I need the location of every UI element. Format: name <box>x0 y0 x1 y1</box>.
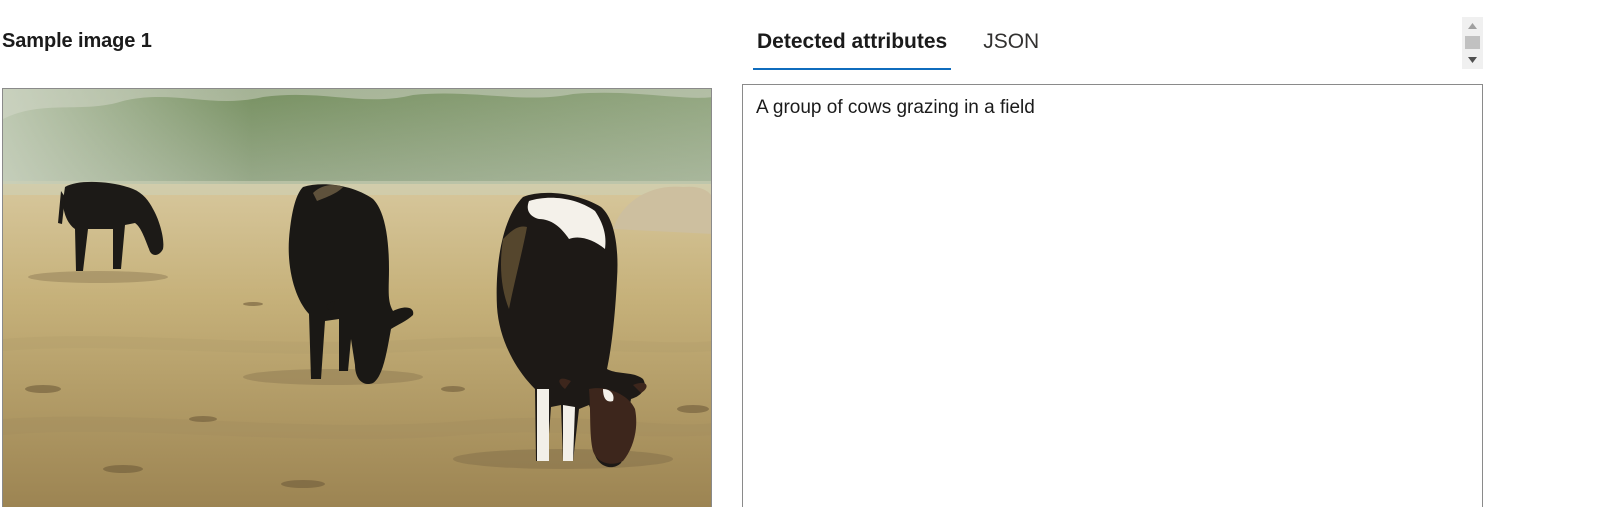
sample-image <box>2 88 712 507</box>
tab-json[interactable]: JSON <box>979 18 1043 70</box>
tab-detected-attributes[interactable]: Detected attributes <box>753 18 952 70</box>
sample-image-picture <box>3 89 711 507</box>
triangle-up-icon[interactable] <box>1462 19 1483 33</box>
vision-demo-panel: Sample image 1 Detected attributes JSON … <box>0 0 1600 507</box>
image-caption-text: A group of cows grazing in a field <box>756 97 1035 118</box>
sample-image-title: Sample image 1 <box>2 30 152 52</box>
tabs-scrollbar[interactable] <box>1462 17 1483 69</box>
triangle-down-icon[interactable] <box>1462 53 1483 67</box>
detected-attributes-panel: A group of cows grazing in a field <box>742 84 1483 507</box>
result-tabs: Detected attributes JSON <box>753 18 1043 70</box>
scrollbar-thumb[interactable] <box>1465 36 1480 49</box>
